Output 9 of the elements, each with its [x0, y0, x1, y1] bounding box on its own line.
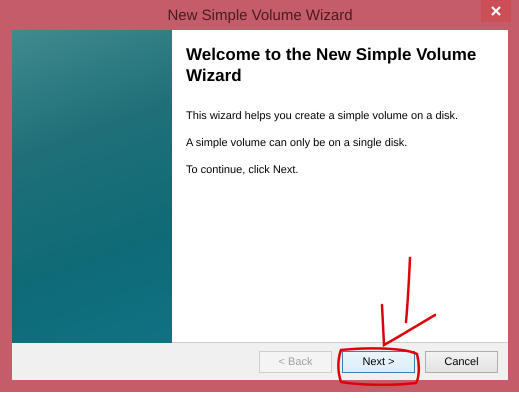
wizard-button[interactable]: Next >: [342, 350, 415, 372]
wizard-text: To continue, click Next.: [186, 164, 300, 176]
close-icon: [491, 6, 501, 16]
wizard-button[interactable]: Cancel: [425, 350, 498, 372]
wizard-text: A simple volume can only be on a single disk.: [186, 137, 408, 149]
wizard-heading: Welcome to the New Simple Volume Wizard: [186, 44, 478, 86]
close-button[interactable]: [481, 0, 511, 22]
wizard-text: This wizard helps you create a simple volume on a disk.: [186, 110, 460, 122]
window-title: New Simple Volume Wizard: [167, 6, 353, 24]
